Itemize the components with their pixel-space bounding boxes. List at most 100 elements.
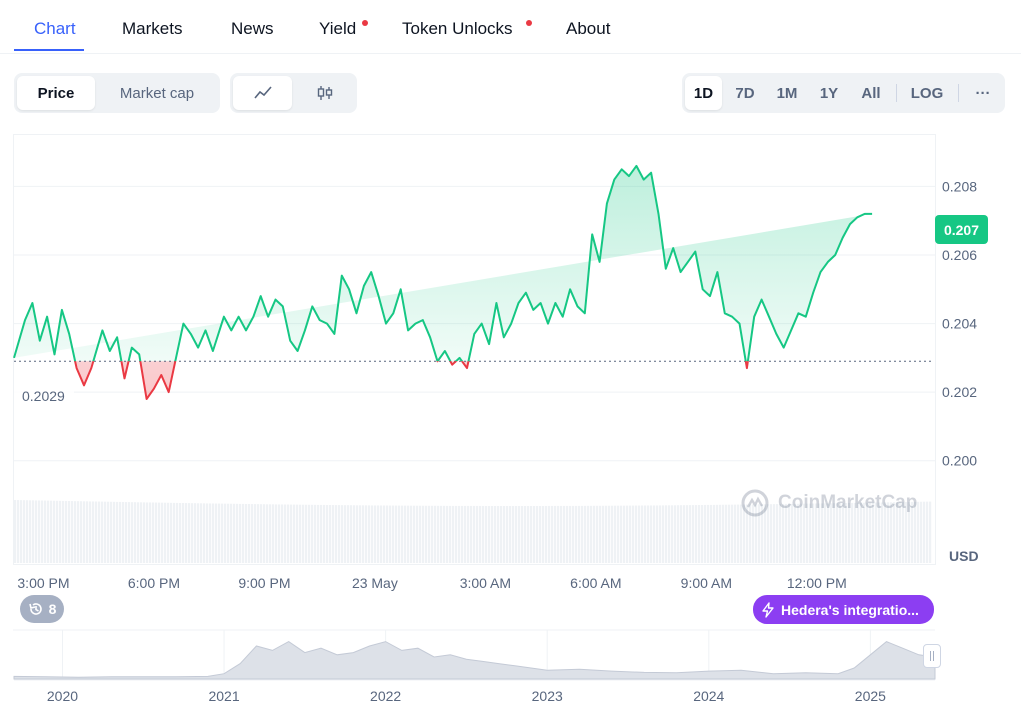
- volume-bar: [224, 503, 227, 563]
- volume-bar: [374, 505, 377, 563]
- volume-bar: [509, 505, 512, 563]
- volume-bar: [563, 505, 566, 563]
- volume-bar: [386, 505, 389, 563]
- volume-bar: [701, 504, 704, 563]
- volume-bar: [86, 501, 89, 563]
- brand-text: CoinMarketCap: [778, 492, 918, 513]
- volume-bar: [368, 505, 371, 563]
- history-icon: [28, 603, 42, 615]
- volume-bar: [167, 502, 170, 563]
- volume-bar: [194, 503, 197, 563]
- volume-bar: [614, 505, 617, 563]
- volume-bar: [692, 505, 695, 563]
- volume-bar: [107, 501, 110, 563]
- volume-bar: [920, 501, 923, 563]
- volume-bar: [356, 505, 359, 563]
- volume-bar: [524, 505, 527, 563]
- volume-bar: [605, 505, 608, 563]
- volume-bar: [572, 505, 575, 563]
- volume-bar: [272, 504, 275, 563]
- overview-range-handle[interactable]: [923, 644, 941, 668]
- volume-bar: [44, 500, 47, 563]
- volume-bar: [83, 501, 86, 563]
- volume-bar: [929, 501, 932, 563]
- volume-bar: [650, 505, 653, 563]
- volume-bar: [104, 501, 107, 563]
- volume-bar: [344, 505, 347, 563]
- coinmarketcap-logo-icon: [741, 489, 769, 517]
- volume-bar: [542, 505, 545, 563]
- volume-bar: [575, 505, 578, 563]
- volume-bar: [338, 505, 341, 563]
- volume-bar: [308, 504, 311, 563]
- volume-bar: [176, 502, 179, 563]
- volume-bar: [671, 505, 674, 563]
- volume-bar: [656, 505, 659, 563]
- volume-bar: [365, 505, 368, 563]
- volume-bar: [269, 504, 272, 563]
- volume-bar: [410, 505, 413, 563]
- volume-bar: [188, 503, 191, 563]
- volume-bar: [416, 505, 419, 563]
- volume-bar: [212, 503, 215, 563]
- volume-bar: [503, 505, 506, 563]
- volume-bar: [362, 505, 365, 563]
- volume-bar: [140, 502, 143, 563]
- history-badge[interactable]: 8: [20, 595, 64, 623]
- overview-year-label: 2025: [855, 688, 886, 704]
- volume-bar: [434, 505, 437, 563]
- volume-bar: [440, 505, 443, 563]
- volume-bar: [302, 504, 305, 563]
- volume-bar: [713, 504, 716, 563]
- volume-bar: [119, 501, 122, 563]
- volume-bar: [68, 501, 71, 563]
- volume-bar: [383, 505, 386, 563]
- current-price-tag: 0.207: [935, 215, 988, 244]
- volume-bar: [149, 502, 152, 563]
- volume-bar: [497, 505, 500, 563]
- volume-bar: [470, 505, 473, 563]
- volume-bar: [395, 505, 398, 563]
- volume-bar: [29, 500, 32, 563]
- volume-bar: [74, 501, 77, 563]
- volume-bar: [521, 505, 524, 563]
- volume-bar: [380, 505, 383, 563]
- volume-bar: [263, 504, 266, 563]
- volume-bar: [245, 503, 248, 563]
- volume-bar: [725, 504, 728, 563]
- volume-bar: [401, 505, 404, 563]
- volume-bar: [62, 500, 65, 563]
- volume-bar: [539, 505, 542, 563]
- volume-bar: [41, 500, 44, 563]
- x-tick-label: 6:00 PM: [128, 575, 180, 591]
- coinmarketcap-watermark: CoinMarketCap: [740, 487, 917, 519]
- volume-bar: [335, 505, 338, 563]
- overview-year-label: 2023: [532, 688, 563, 704]
- volume-bar: [257, 504, 260, 563]
- volume-bar: [485, 505, 488, 563]
- x-tick-label: 3:00 PM: [17, 575, 69, 591]
- volume-bar: [455, 505, 458, 563]
- volume-bar: [731, 504, 734, 563]
- volume-bar: [377, 505, 380, 563]
- volume-bar: [101, 501, 104, 563]
- volume-bar: [371, 505, 374, 563]
- volume-bar: [185, 503, 188, 563]
- volume-bar: [698, 505, 701, 563]
- volume-bar: [161, 502, 164, 563]
- volume-bar: [152, 502, 155, 563]
- volume-bar: [674, 505, 677, 563]
- overview-year-label: 2021: [208, 688, 239, 704]
- volume-bar: [251, 504, 254, 563]
- reference-price-label: 0.2029: [14, 385, 74, 407]
- volume-bar: [446, 505, 449, 563]
- volume-bar: [293, 504, 296, 563]
- volume-bar: [560, 505, 563, 563]
- volume-bar: [164, 502, 167, 563]
- volume-bar: [428, 505, 431, 563]
- volume-bar: [392, 505, 395, 563]
- volume-bar: [734, 504, 737, 563]
- volume-bar: [320, 504, 323, 563]
- volume-bar: [17, 500, 20, 563]
- news-event-pill[interactable]: Hedera's integratio...: [753, 595, 934, 624]
